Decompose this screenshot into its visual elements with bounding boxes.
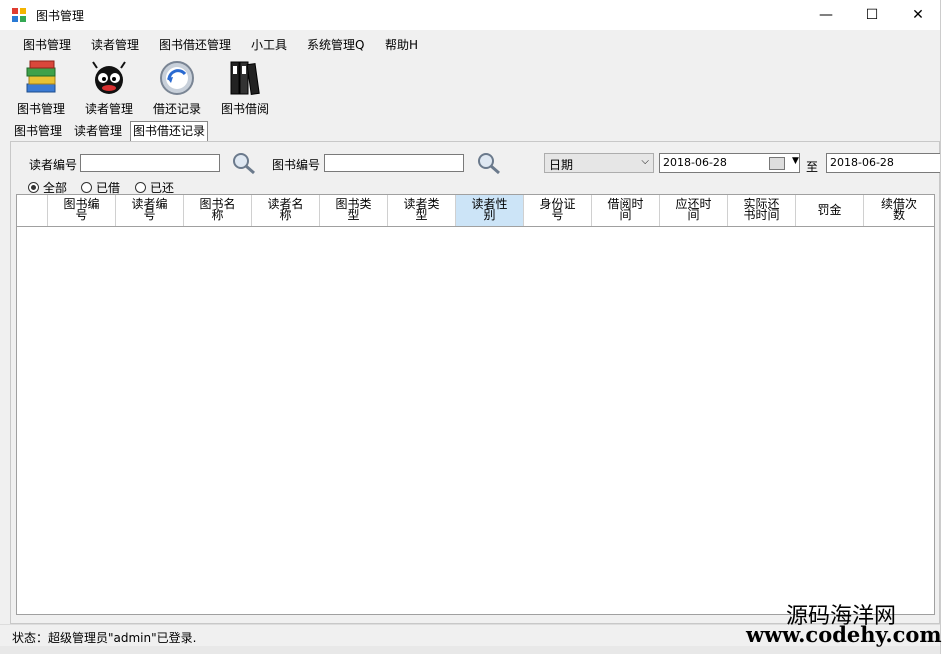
to-label: 至 (806, 160, 819, 174)
radio-dot (81, 182, 92, 193)
date-type-select[interactable]: 日期 ⌵ (544, 153, 654, 173)
tab-borrow-records[interactable]: 图书借还记录 (130, 121, 209, 141)
menu-bar: 图书管理 读者管理 图书借还管理 小工具 系统管理Q 帮助H (0, 30, 940, 56)
date-type-value: 日期 (549, 158, 574, 172)
close-button[interactable]: ✕ (895, 0, 941, 30)
toolbar: 图书管理 读者管理 借还记录 图书借阅 (0, 56, 940, 118)
toolbar-reader-management[interactable]: 读者管理 (79, 58, 139, 117)
date-to-picker[interactable]: 2018-06-28 (826, 153, 940, 173)
toolbar-book-management[interactable]: 图书管理 (11, 58, 71, 117)
reader-search-button[interactable] (231, 151, 257, 175)
toolbar-borrow-history[interactable]: 借还记录 (147, 58, 207, 117)
records-grid[interactable]: 图书编号 读者编号 图书名称 读者名称 图书类型 读者类型 读者性别 身份证号 … (16, 194, 935, 615)
bottom-strip (0, 646, 940, 654)
status-text: 状态：超级管理员"admin"已登录. (12, 631, 197, 645)
column-header[interactable]: 罚金 (796, 195, 864, 226)
minimize-button[interactable]: — (803, 0, 849, 30)
column-header[interactable]: 读者名称 (252, 195, 320, 226)
menu-reader-management[interactable]: 读者管理 (91, 36, 139, 53)
menu-book-management[interactable]: 图书管理 (23, 36, 71, 53)
column-header[interactable]: 读者编号 (116, 195, 184, 226)
background-window-edge (940, 0, 950, 654)
tab-reader-management[interactable]: 读者管理 (72, 122, 124, 140)
menu-help[interactable]: 帮助H (385, 36, 418, 53)
toolbar-label: 读者管理 (84, 102, 133, 116)
toolbar-label: 图书借阅 (220, 102, 269, 116)
title-bar: 图书管理 — ☐ ✕ (0, 0, 940, 30)
dropdown-arrow-icon: ▼ (792, 156, 799, 166)
chevron-down-icon: ⌵ (641, 156, 649, 167)
radio-dot (135, 182, 146, 193)
watermark-url: www.codehy.com (746, 622, 942, 647)
history-icon (160, 61, 194, 95)
calendar-icon (769, 157, 785, 170)
menu-borrow-return[interactable]: 图书借还管理 (159, 36, 231, 53)
toolbar-book-borrowing[interactable]: 图书借阅 (215, 58, 275, 117)
row-header-corner[interactable] (17, 195, 48, 226)
column-header[interactable]: 应还时间 (660, 195, 728, 226)
grid-header: 图书编号 读者编号 图书名称 读者名称 图书类型 读者类型 读者性别 身份证号 … (17, 195, 934, 227)
book-id-label: 图书编号 (272, 158, 321, 172)
date-from-picker[interactable]: 2018-06-28 ▼ (659, 153, 800, 173)
column-header[interactable]: 实际还 书时间 (728, 195, 796, 226)
tab-book-management[interactable]: 图书管理 (12, 122, 64, 140)
column-header[interactable]: 身份证号 (524, 195, 592, 226)
app-icon (12, 8, 26, 22)
column-header[interactable]: 借阅时间 (592, 195, 660, 226)
radio-dot (28, 182, 39, 193)
reader-id-label: 读者编号 (29, 158, 78, 172)
column-header[interactable]: 图书编号 (48, 195, 116, 226)
reader-icon (92, 61, 126, 94)
binders-icon (230, 61, 260, 95)
search-icon (478, 153, 500, 175)
date-from-value: 2018-06-28 (663, 156, 727, 169)
column-header[interactable]: 图书名称 (184, 195, 252, 226)
menu-system[interactable]: 系统管理Q (307, 36, 364, 53)
book-search-button[interactable] (476, 151, 502, 175)
column-header[interactable]: 图书类型 (320, 195, 388, 226)
column-header[interactable]: 读者类型 (388, 195, 456, 226)
search-icon (233, 153, 255, 175)
toolbar-label: 图书管理 (16, 102, 65, 116)
reader-id-input[interactable] (80, 154, 220, 172)
menu-tools[interactable]: 小工具 (251, 36, 287, 53)
book-id-input[interactable] (324, 154, 464, 172)
books-icon (26, 60, 56, 93)
date-to-value: 2018-06-28 (830, 156, 894, 169)
toolbar-label: 借还记录 (152, 102, 201, 116)
window-title: 图书管理 (36, 9, 85, 23)
maximize-button[interactable]: ☐ (849, 0, 895, 30)
column-header[interactable]: 续借次数 (864, 195, 934, 226)
column-header[interactable]: 读者性别 (456, 195, 524, 226)
